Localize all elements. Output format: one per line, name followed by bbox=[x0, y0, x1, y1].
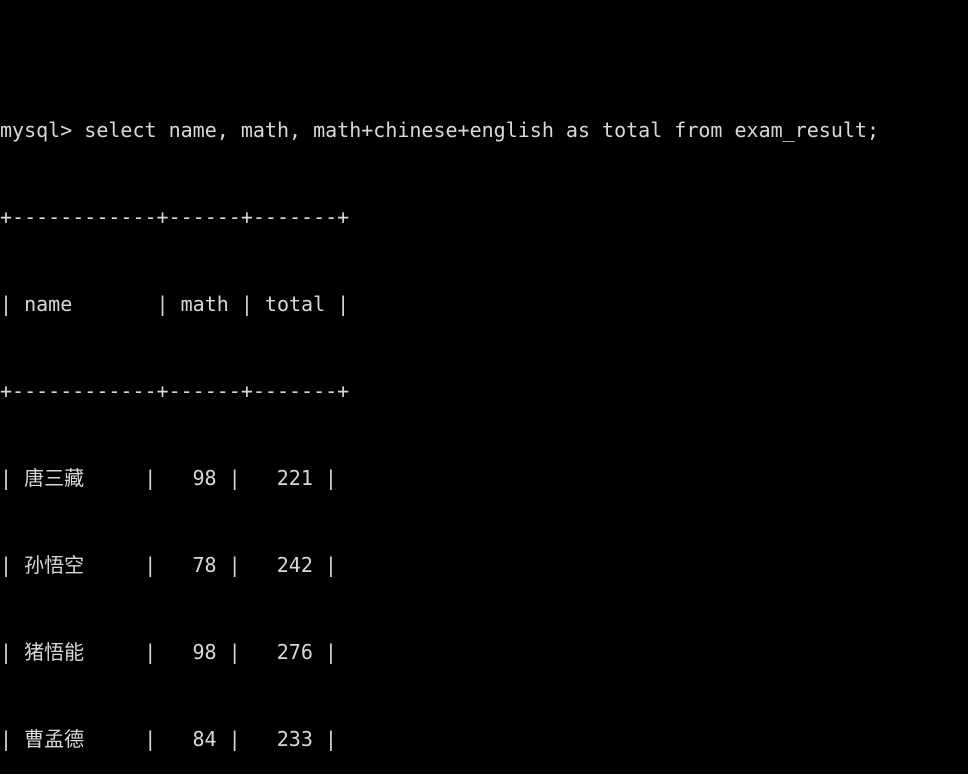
table-row: | 猪悟能 | 98 | 276 | bbox=[0, 640, 337, 664]
table-separator-mid-1: +------------+------+-------+ bbox=[0, 379, 350, 403]
table-separator-top-1: +------------+------+-------+ bbox=[0, 205, 350, 229]
table-row: | 曹孟德 | 84 | 233 | bbox=[0, 727, 337, 751]
table-row: | 唐三藏 | 98 | 221 | bbox=[0, 466, 337, 490]
table-header-row-1: | name | math | total | bbox=[0, 292, 350, 316]
table-row: | 孙悟空 | 78 | 242 | bbox=[0, 553, 337, 577]
command-line-1: mysql> select name, math, math+chinese+e… bbox=[0, 118, 879, 142]
terminal-screen[interactable]: mysql> select name, math, math+chinese+e… bbox=[0, 0, 968, 774]
